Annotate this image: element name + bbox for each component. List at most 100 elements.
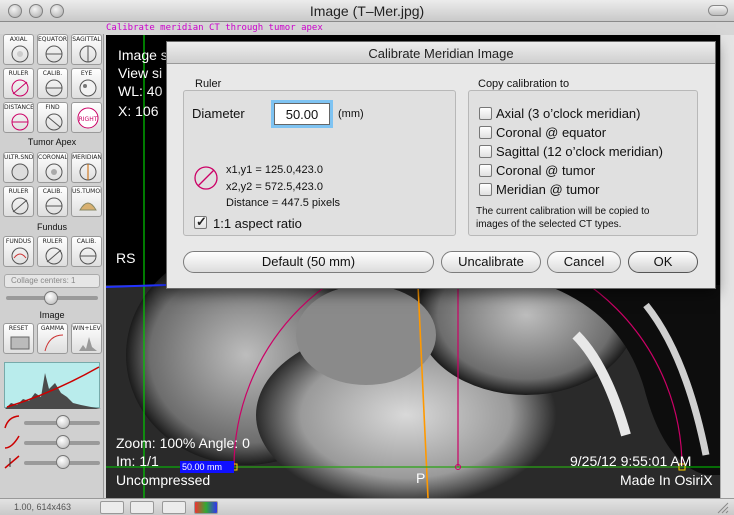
copy-axial-checkbox[interactable]: [479, 107, 492, 120]
tool-label: ULTR.SND: [4, 154, 33, 161]
tool-equator[interactable]: EQUATOR: [37, 34, 68, 65]
resize-grip-icon[interactable]: [716, 501, 730, 514]
tool-reset[interactable]: RESET: [3, 323, 34, 354]
color-mode-button[interactable]: [194, 501, 218, 514]
tool-win-lev[interactable]: WIN+LEV: [71, 323, 102, 354]
tool-gamma[interactable]: GAMMA: [37, 323, 68, 354]
tool-label: AXIAL: [9, 36, 28, 43]
default-50mm-button[interactable]: Default (50 mm): [183, 251, 434, 273]
status-text: 1.00, 614x463: [14, 502, 72, 512]
copy-sagittal-checkbox[interactable]: [479, 145, 492, 158]
vertical-scrollbar[interactable]: [720, 35, 734, 498]
section-image: Image: [39, 310, 65, 320]
cancel-button[interactable]: Cancel: [547, 251, 621, 273]
calibrate-icon: [79, 247, 97, 265]
tool-label: RESET: [8, 325, 29, 332]
tool-calibrate-tumor[interactable]: CALIB.: [37, 186, 68, 217]
tool-coronal[interactable]: CORONAL: [37, 152, 68, 183]
toolbar-toggle-button[interactable]: [708, 5, 728, 16]
view-mode-button-3[interactable]: [162, 501, 186, 514]
aspect-ratio-checkbox[interactable]: [194, 214, 207, 230]
tool-find[interactable]: FIND: [37, 102, 68, 133]
tool-right[interactable]: RIGHT: [71, 102, 102, 133]
copy-coronal-equator-checkbox[interactable]: [479, 126, 492, 139]
tool-fundus[interactable]: FUNDUS: [3, 236, 34, 267]
ruler-group-label: Ruler: [195, 78, 222, 90]
collage-centers-select[interactable]: Collage centers: 1: [4, 274, 100, 288]
calibrate-dialog: Calibrate Meridian Image Ruler Diameter …: [166, 41, 716, 289]
overlay-view-size: View si: [118, 65, 163, 81]
measure-label: 50.00 mm: [182, 462, 223, 472]
tool-ruler-fundus[interactable]: RULER: [37, 236, 68, 267]
level-icon: [4, 455, 20, 469]
image-slider-knob[interactable]: [44, 291, 58, 305]
calibrate-icon: [45, 197, 63, 215]
coords-end: x2,y2 = 572.5,423.0: [226, 181, 323, 193]
gamma-icon: [44, 334, 64, 352]
ruler-icon: [45, 247, 63, 265]
uncalibrate-button[interactable]: Uncalibrate: [441, 251, 541, 273]
overlay-orientation-p: P: [416, 470, 426, 486]
view-mode-button-1[interactable]: [100, 501, 124, 514]
ruler-circle-icon: [194, 166, 218, 190]
ruler-icon: [11, 79, 29, 97]
meridian-icon: [79, 163, 97, 181]
tool-label: WIN+LEV: [72, 325, 101, 332]
diameter-unit: (mm): [338, 108, 364, 120]
tool-label: EQUATOR: [38, 36, 67, 43]
coords-start: x1,y1 = 125.0,423.0: [226, 164, 323, 176]
right-icon: RIGHT: [77, 107, 99, 129]
status-bar: 1.00, 614x463: [0, 498, 734, 515]
coronal-icon: [45, 163, 63, 181]
ok-button[interactable]: OK: [628, 251, 698, 273]
tool-calibrate-fundus[interactable]: CALIB.: [71, 236, 102, 267]
tool-ruler-tumor[interactable]: RULER: [3, 186, 34, 217]
diameter-input[interactable]: [271, 100, 333, 128]
section-tumor-apex: Tumor Apex: [27, 137, 77, 147]
tool-us-tumor[interactable]: US.TUMOR: [71, 186, 102, 217]
calibrate-icon: [45, 79, 63, 97]
aspect-ratio-label: 1:1 aspect ratio: [213, 216, 302, 231]
histogram-panel[interactable]: [4, 362, 101, 409]
copy-note-line-2: images of the selected CT types.: [476, 219, 622, 230]
tool-distance[interactable]: DISTANCE: [3, 102, 34, 133]
tool-label: CALIB.: [42, 188, 63, 195]
window-level-icon: [79, 337, 97, 351]
right-icon-label: RIGHT: [79, 116, 98, 123]
fundus-icon: [11, 247, 29, 265]
axial-icon: [11, 45, 29, 63]
overlay-date: 9/25/12 9:55:01 AM: [570, 453, 692, 469]
tool-label: RULER: [42, 238, 63, 245]
tool-sagittal[interactable]: SAGITTAL: [71, 34, 102, 65]
tool-ultrasound[interactable]: ULTR.SND: [3, 152, 34, 183]
tool-calibrate[interactable]: CALIB.: [37, 68, 68, 99]
copy-axial-label: Axial (3 o’clock meridian): [496, 106, 641, 121]
section-fundus: Fundus: [36, 222, 68, 232]
tool-eye[interactable]: EYE: [71, 68, 102, 99]
window-slider-knob[interactable]: [56, 435, 70, 449]
gamma-slider-knob[interactable]: [56, 415, 70, 429]
tool-label: GAMMA: [40, 325, 65, 332]
overlay-zoom-angle: Zoom: 100% Angle: 0: [116, 435, 250, 451]
eye-icon: [79, 79, 97, 97]
app-window: Image (T–Mer.jpg) Calibrate meridian CT …: [0, 0, 734, 515]
copy-note-line-1: The current calibration will be copied t…: [476, 206, 650, 217]
tool-label: CALIB.: [76, 238, 97, 245]
tool-meridian[interactable]: MERIDIAN: [71, 152, 102, 183]
tool-label: SAGITTAL: [72, 36, 101, 43]
image-caption: Calibrate meridian CT through tumor apex: [106, 23, 323, 33]
curve-icon: [4, 415, 20, 429]
tool-axial[interactable]: AXIAL: [3, 34, 34, 65]
copy-coronal-equator-label: Coronal @ equator: [496, 125, 607, 140]
copy-meridian-tumor-checkbox[interactable]: [479, 183, 492, 196]
level-slider-knob[interactable]: [56, 455, 70, 469]
copy-sagittal-label: Sagittal (12 o’clock meridian): [496, 144, 663, 159]
copy-coronal-tumor-checkbox[interactable]: [479, 164, 492, 177]
equator-icon: [45, 45, 63, 63]
view-mode-button-2[interactable]: [130, 501, 154, 514]
tool-ruler[interactable]: RULER: [3, 68, 34, 99]
dialog-title-bar: Calibrate Meridian Image: [167, 42, 715, 64]
histogram-graph: [5, 366, 101, 409]
distance-icon: [11, 113, 29, 131]
tool-label: RULER: [8, 70, 29, 77]
